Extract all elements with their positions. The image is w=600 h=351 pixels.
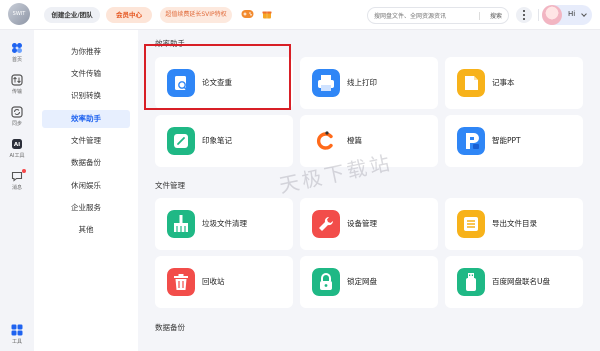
- tool-card-export-directory[interactable]: 导出文件目录: [445, 198, 583, 250]
- ai-tool-icon: AI: [12, 139, 22, 149]
- apps-icon: [11, 324, 23, 336]
- nav-item-data-backup[interactable]: 数据备份: [42, 154, 130, 172]
- divider: [538, 9, 539, 21]
- notepad-icon: [457, 69, 485, 97]
- section-title: 效率助手: [155, 39, 185, 48]
- tool-card-notepad[interactable]: 记事本: [445, 57, 583, 109]
- rail-label: 首页: [11, 57, 22, 63]
- more-menu-button[interactable]: [516, 7, 532, 23]
- tool-label: 橙篇: [347, 136, 362, 145]
- lock-icon: [312, 268, 340, 296]
- tool-label: 设备管理: [347, 219, 377, 228]
- broom-icon: [167, 210, 195, 238]
- rail-item-tools[interactable]: 工具: [0, 322, 34, 350]
- tool-label: 线上打印: [347, 78, 377, 87]
- rail-label: 传输: [11, 89, 22, 95]
- user-menu[interactable]: Hi: [542, 5, 592, 25]
- gamepad-icon[interactable]: [241, 9, 254, 19]
- home-icon: [12, 43, 22, 53]
- search-input[interactable]: [374, 11, 482, 21]
- gift-icon[interactable]: [262, 9, 272, 19]
- search-divider: [479, 12, 480, 20]
- rail-item-transfer[interactable]: 传输: [0, 72, 34, 100]
- rail-item-message[interactable]: 消息: [0, 168, 34, 196]
- export-list-icon: [457, 210, 485, 238]
- tool-card-online-print[interactable]: 线上打印: [300, 57, 438, 109]
- unread-dot: [22, 169, 26, 173]
- nav-item-recommended[interactable]: 为你推荐: [42, 43, 130, 61]
- nav-item-recognition[interactable]: 识别转换: [42, 87, 130, 105]
- nav-item-other[interactable]: 其他: [42, 221, 130, 239]
- tool-card-junk-cleanup[interactable]: 垃圾文件清理: [155, 198, 293, 250]
- create-enterprise-button[interactable]: 创建企业/团队: [44, 7, 100, 23]
- tool-card-chengpian[interactable]: 橙篇: [300, 115, 438, 167]
- tool-label: 导出文件目录: [492, 219, 537, 228]
- chevron-down-icon: [581, 11, 587, 17]
- tool-label: 回收站: [202, 277, 225, 286]
- nav-item-file-management[interactable]: 文件管理: [42, 132, 130, 150]
- rail-label: AI工具: [9, 153, 25, 159]
- smart-ppt-icon: [457, 127, 485, 155]
- tool-card-lock-drive[interactable]: 锁定网盘: [300, 256, 438, 308]
- rail-label: 消息: [11, 185, 22, 191]
- nav-item-leisure[interactable]: 休闲娱乐: [42, 177, 130, 195]
- rail-label: 工具: [11, 339, 22, 345]
- rail-item-ai-tool[interactable]: AI AI工具: [0, 136, 34, 164]
- printer-icon: [312, 69, 340, 97]
- rail-item-sync[interactable]: 同步: [0, 104, 34, 132]
- rail-item-home[interactable]: 首页: [0, 40, 34, 68]
- search-button[interactable]: 搜索: [490, 11, 502, 20]
- search-box: 搜索: [367, 7, 509, 24]
- tool-label: 百度网盘联名U盘: [492, 277, 550, 286]
- tool-label: 记事本: [492, 78, 515, 87]
- tool-label: 锁定网盘: [347, 277, 377, 286]
- section-title: 数据备份: [155, 323, 185, 332]
- tool-label: 智能PPT: [492, 136, 521, 145]
- wrench-icon: [312, 210, 340, 238]
- tool-card-usb-drive[interactable]: 百度网盘联名U盘: [445, 256, 583, 308]
- sync-icon: [11, 106, 23, 118]
- vip-center-button[interactable]: 会员中心: [106, 7, 152, 23]
- app-logo[interactable]: SWIT: [8, 3, 30, 25]
- thesis-check-icon: [167, 69, 195, 97]
- trash-icon: [167, 268, 195, 296]
- svg-text:AI: AI: [14, 142, 20, 148]
- nav-item-enterprise[interactable]: 企业服务: [42, 199, 130, 217]
- top-bar: SWIT 创建企业/团队 会员中心 超值续费延长SVIP特权 搜索 Hi: [0, 0, 600, 30]
- tool-card-thesis-check[interactable]: 论文查重: [155, 57, 293, 109]
- chengpian-icon: [312, 127, 340, 155]
- svip-promo-button[interactable]: 超值续费延长SVIP特权: [160, 7, 232, 23]
- tool-card-device-management[interactable]: 设备管理: [300, 198, 438, 250]
- tool-card-recycle-bin[interactable]: 回收站: [155, 256, 293, 308]
- avatar[interactable]: [542, 5, 562, 25]
- transfer-icon: [11, 74, 23, 86]
- icon-rail: 首页 传输 同步 AI AI工具 消息 工具: [0, 30, 34, 351]
- tool-card-smart-ppt[interactable]: 智能PPT: [445, 115, 583, 167]
- rail-label: 同步: [11, 121, 22, 127]
- tool-label: 论文查重: [202, 78, 232, 87]
- nav-item-efficiency[interactable]: 效率助手: [42, 110, 130, 128]
- nav-item-file-transfer[interactable]: 文件传输: [42, 65, 130, 83]
- evernote-icon: [167, 127, 195, 155]
- tools-panel: 效率助手 论文查重 线上打印 记事本 印象笔记 橙篇 智能PPT 文件管理 垃圾…: [138, 30, 600, 351]
- category-nav: 为你推荐 文件传输 识别转换 效率助手 文件管理 数据备份 休闲娱乐 企业服务 …: [34, 30, 138, 351]
- tool-card-evernote[interactable]: 印象笔记: [155, 115, 293, 167]
- tool-label: 垃圾文件清理: [202, 219, 247, 228]
- section-title: 文件管理: [155, 181, 185, 190]
- tool-label: 印象笔记: [202, 136, 232, 145]
- usb-drive-icon: [457, 268, 485, 296]
- greeting-text: Hi: [568, 10, 576, 18]
